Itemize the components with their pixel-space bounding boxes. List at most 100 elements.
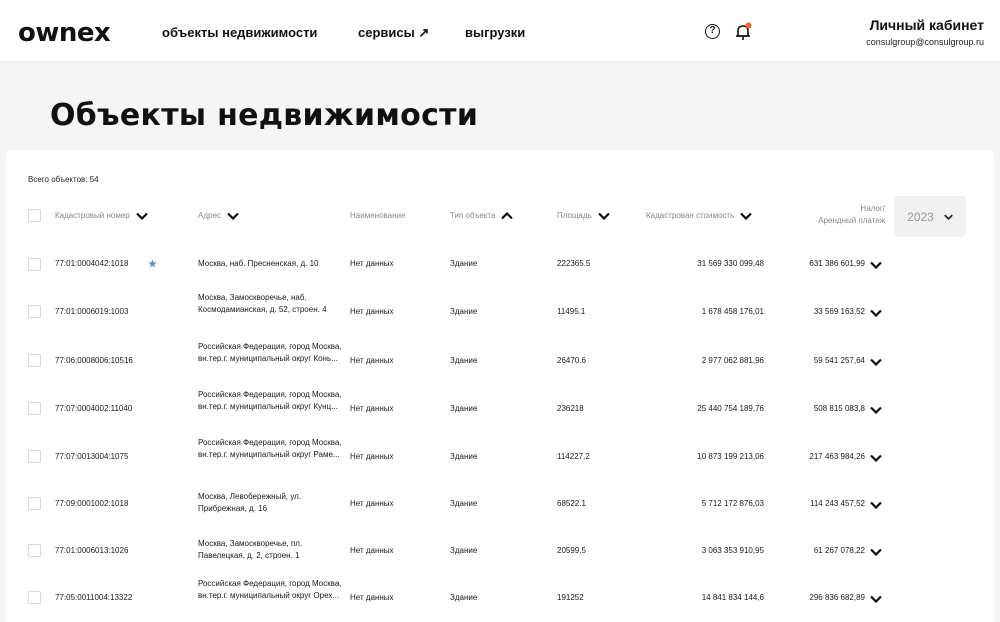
page-title: Объекты недвижимости: [50, 98, 479, 133]
column-label: Наименование: [350, 211, 406, 220]
column-area[interactable]: Площадь: [557, 211, 610, 220]
profile-link[interactable]: Личный кабинет: [870, 17, 984, 33]
expand-row-chevron-icon[interactable]: [870, 454, 882, 462]
tax-amount: 508 815 083,8: [813, 404, 865, 413]
tax-amount: 61 267 078,22: [813, 546, 865, 555]
column-address[interactable]: Адрес: [198, 211, 239, 220]
row-checkbox[interactable]: [28, 354, 41, 367]
object-type: Здание: [450, 452, 478, 461]
cadastral-number[interactable]: 77:06:0008006:10516: [55, 355, 133, 367]
area: 114227.2: [557, 452, 590, 461]
chevron-down-icon: [598, 212, 610, 220]
cadastral-cost: 2 977 062 881,96: [701, 356, 764, 365]
address: Москва, Замоскворечье, наб. Космодамианс…: [198, 293, 327, 314]
nav-exports[interactable]: выгрузки: [465, 25, 525, 40]
object-type: Здание: [450, 307, 478, 316]
row-checkbox[interactable]: [28, 258, 41, 271]
top-header: ownex объекты недвижимости сервисы ↗ выг…: [0, 0, 1000, 62]
column-cadastral-number[interactable]: Кадастровый номер: [55, 211, 148, 220]
object-type: Здание: [450, 404, 478, 413]
tax-amount: 114 243 457,52: [809, 499, 865, 508]
nav-services[interactable]: сервисы ↗: [358, 25, 429, 41]
object-name: Нет данных: [350, 404, 394, 413]
object-name: Нет данных: [350, 593, 394, 602]
row-checkbox[interactable]: [28, 591, 41, 604]
cadastral-number[interactable]: 77:09:0001002:1018: [55, 498, 128, 510]
area: 236218: [557, 404, 584, 413]
column-label: Адрес: [198, 211, 221, 220]
expand-row-chevron-icon[interactable]: [870, 309, 882, 317]
cadastral-cost: 25 440 754 189,76: [697, 404, 764, 413]
tax-amount: 296 836 682,89: [809, 593, 865, 602]
notification-bell-icon[interactable]: [734, 22, 752, 42]
cadastral-cost: 31 569 330 099,48: [697, 259, 764, 268]
row-checkbox[interactable]: [28, 402, 41, 415]
year-select[interactable]: 2023: [894, 196, 966, 237]
object-name: Нет данных: [350, 452, 394, 461]
column-tax: Налог/ Арендный платеж: [770, 203, 885, 227]
expand-row-chevron-icon[interactable]: [870, 501, 882, 509]
column-cadastral-cost[interactable]: Кадастровая стоимость: [646, 211, 753, 220]
column-label: Тип объекта: [450, 211, 496, 220]
column-object-type[interactable]: Тип объекта: [450, 211, 514, 220]
tax-amount: 631 386 601,99: [809, 259, 865, 268]
area: 68522.1: [557, 499, 586, 508]
tax-amount: 33 569 163,52: [813, 307, 865, 316]
expand-row-chevron-icon[interactable]: [870, 548, 882, 556]
area: 20599.5: [557, 546, 586, 555]
column-label: Кадастровая стоимость: [646, 211, 735, 220]
chevron-down-icon: [944, 214, 953, 220]
cadastral-number[interactable]: 77:01:0006013:1026: [55, 545, 128, 557]
select-all-checkbox[interactable]: [28, 209, 41, 222]
address: Москва, Левобережный, ул. Прибрежная, д.…: [198, 492, 301, 513]
cadastral-number[interactable]: 77:05:0011004:13322: [55, 592, 132, 604]
tax-amount: 59 541 257,64: [813, 356, 865, 365]
address: Москва, Замоскворечье, пл. Павелецкая, д…: [198, 539, 303, 560]
object-type: Здание: [450, 259, 478, 268]
expand-row-chevron-icon[interactable]: [870, 595, 882, 603]
cadastral-number[interactable]: 77:07:0013004:1075: [55, 451, 128, 463]
row-checkbox[interactable]: [28, 450, 41, 463]
cadastral-cost: 5 712 172 876,03: [701, 499, 764, 508]
help-icon[interactable]: ?: [705, 24, 720, 39]
tax-amount: 217 463 984,26: [809, 452, 865, 461]
area: 11495.1: [557, 307, 586, 316]
address: Российская Федерация, город Москва, вн.т…: [198, 438, 342, 459]
star-icon[interactable]: [148, 259, 157, 268]
cadastral-cost: 3 063 353 910,95: [701, 546, 764, 555]
nav-real-estate[interactable]: объекты недвижимости: [162, 25, 317, 40]
chevron-up-icon: [501, 211, 514, 219]
address: Российская Федерация, город Москва, вн.т…: [198, 390, 342, 411]
cadastral-cost: 1 678 458 176,01: [701, 307, 764, 316]
object-name: Нет данных: [350, 499, 394, 508]
cadastral-number[interactable]: 77:07:0004002:11040: [55, 403, 132, 415]
expand-row-chevron-icon[interactable]: [870, 406, 882, 414]
object-name: Нет данных: [350, 259, 394, 268]
expand-row-chevron-icon[interactable]: [870, 358, 882, 366]
chevron-down-icon: [740, 212, 753, 220]
year-value: 2023: [907, 209, 934, 224]
cadastral-cost: 14 841 834 144,6: [701, 593, 764, 602]
profile-email: consulgroup@consulgroup.ru: [866, 37, 984, 47]
column-label: Кадастровый номер: [55, 211, 130, 220]
ownex-logo[interactable]: ownex: [18, 18, 111, 48]
row-checkbox[interactable]: [28, 544, 41, 557]
object-type: Здание: [450, 593, 478, 602]
expand-row-chevron-icon[interactable]: [870, 261, 882, 269]
column-name: Наименование: [350, 211, 405, 220]
cadastral-number[interactable]: 77:01:0006019:1003: [55, 306, 128, 318]
chevron-down-icon: [135, 212, 148, 220]
object-type: Здание: [450, 499, 478, 508]
column-label-line2: Арендный платеж: [818, 216, 885, 225]
area: 191252: [557, 593, 584, 602]
cadastral-number[interactable]: 77:01:0004042:1018: [55, 258, 128, 270]
column-label: Площадь: [557, 211, 592, 220]
row-checkbox[interactable]: [28, 305, 41, 318]
address: Российская Федерация, город Москва, вн.т…: [198, 342, 342, 363]
address: Российская Федерация, город Москва, вн.т…: [198, 579, 342, 600]
area: 222365.5: [557, 259, 591, 268]
object-name: Нет данных: [350, 546, 394, 555]
column-label-line1: Налог/: [860, 204, 885, 213]
row-checkbox[interactable]: [28, 497, 41, 510]
address: Москва, наб. Пресненская, д. 10: [198, 259, 319, 268]
